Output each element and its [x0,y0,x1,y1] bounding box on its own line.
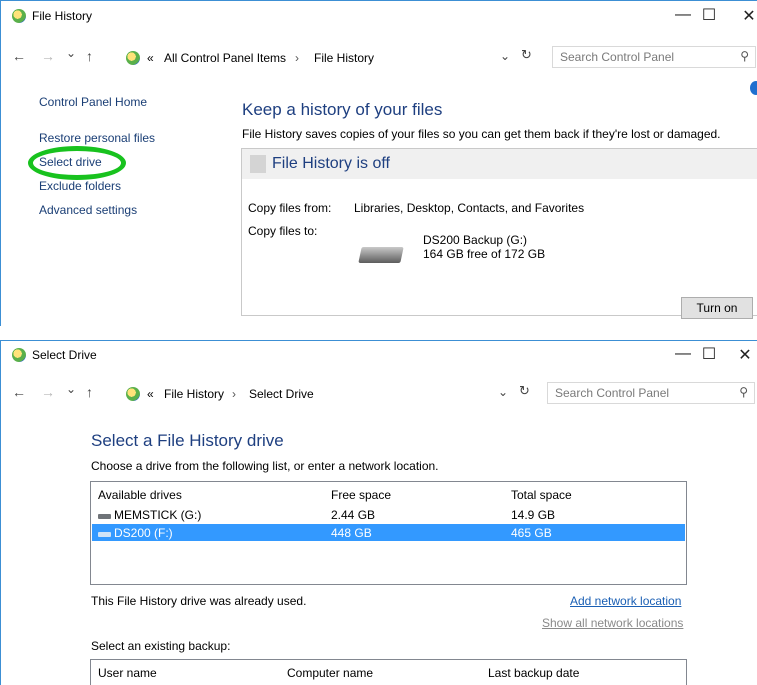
search-icon: ⚲ [739,385,748,399]
nav-exclude-folders[interactable]: Exclude folders [39,179,121,193]
drive-row-total: 14.9 GB [511,508,556,522]
window-title: File History [32,9,93,23]
status-panel: File History is off Copy files from: Lib… [241,148,757,316]
add-network-location-link[interactable]: Add network location [570,594,681,608]
breadcrumb-prefix-icon: « [147,51,154,65]
page-instruction: Choose a drive from the following list, … [91,459,439,473]
backup-list[interactable]: User name Computer name Last backup date [90,659,687,685]
control-panel-icon [12,348,26,362]
breadcrumb-prefix-icon: « [147,387,154,401]
breadcrumb-file-history[interactable]: File History [164,387,224,401]
breadcrumb-select-drive[interactable]: Select Drive [249,387,314,401]
breadcrumb-separator-icon: › [232,387,236,401]
refresh-icon[interactable]: ↻ [521,47,532,63]
control-panel-icon [126,387,140,401]
select-drive-highlight-ellipse [28,146,126,180]
drive-name: DS200 Backup (G:) [423,233,528,247]
maximize-button[interactable]: ☐ [694,5,724,25]
breadcrumb-file-history[interactable]: File History [314,51,374,65]
column-header-computer-name[interactable]: Computer name [287,666,373,680]
drive-space: 164 GB free of 172 GB [423,247,546,261]
search-icon: ⚲ [740,49,749,63]
window-title: Select Drive [32,348,97,362]
recent-locations-chevron-icon[interactable]: ⌄ [66,46,76,60]
show-all-network-locations-link[interactable]: Show all network locations [542,616,683,630]
drive-icon [98,514,111,519]
drive-row-name: DS200 (F:) [114,526,173,540]
drive-row-name: MEMSTICK (G:) [114,508,202,522]
drive-icon [98,532,111,537]
search-box[interactable]: Search Control Panel ⚲ [547,382,755,404]
address-dropdown-icon[interactable]: ⌄ [500,49,510,63]
existing-backup-label: Select an existing backup: [91,639,231,653]
breadcrumb-all-control-panel-items[interactable]: All Control Panel Items [164,51,286,65]
nav-restore-personal-files[interactable]: Restore personal files [39,131,155,145]
select-drive-window: Select Drive — ☐ ✕ ← → ⌄ ↑ « File Histor… [0,340,757,685]
control-panel-icon [126,51,140,65]
hard-drive-icon [358,247,404,263]
search-input[interactable]: Search Control Panel [555,386,669,400]
forward-arrow-icon[interactable]: → [41,48,55,64]
back-arrow-icon[interactable]: ← [12,384,26,400]
copy-from-label: Copy files from: [248,201,332,215]
forward-arrow-icon[interactable]: → [41,384,55,400]
status-icon [250,155,266,173]
close-button[interactable]: ✕ [734,6,757,26]
recent-locations-chevron-icon[interactable]: ⌄ [66,382,76,396]
status-title: File History is off [272,155,390,172]
drive-row-free: 448 GB [331,526,372,540]
maximize-button[interactable]: ☐ [694,344,724,364]
column-header-user-name[interactable]: User name [98,666,157,680]
up-arrow-icon[interactable]: ↑ [86,48,93,64]
refresh-icon[interactable]: ↻ [519,383,530,399]
column-header-free-space[interactable]: Free space [331,488,391,502]
turn-on-button[interactable]: Turn on [681,297,753,319]
nav-advanced-settings[interactable]: Advanced settings [39,203,137,217]
copy-from-value: Libraries, Desktop, Contacts, and Favori… [354,201,585,215]
page-heading: Keep a history of your files [242,100,443,119]
help-icon[interactable] [750,81,757,95]
copy-to-label: Copy files to: [248,224,318,238]
close-button[interactable]: ✕ [730,345,757,365]
drive-row-total: 465 GB [511,526,552,540]
column-header-total-space[interactable]: Total space [511,488,572,502]
up-arrow-icon[interactable]: ↑ [86,384,93,400]
breadcrumb-separator-icon: › [295,51,299,65]
drive-row-selected[interactable]: DS200 (F:) 448 GB 465 GB [92,524,685,541]
drive-list[interactable]: Available drives Free space Total space … [90,481,687,585]
back-arrow-icon[interactable]: ← [12,48,26,64]
nav-control-panel-home[interactable]: Control Panel Home [39,95,147,109]
drive-row[interactable]: MEMSTICK (G:) 2.44 GB 14.9 GB [92,506,685,523]
page-heading: Select a File History drive [91,431,284,450]
address-dropdown-icon[interactable]: ⌄ [498,385,508,399]
search-box[interactable]: Search Control Panel ⚲ [552,46,756,68]
control-panel-icon [12,9,26,23]
column-header-last-backup-date[interactable]: Last backup date [488,666,579,680]
search-input[interactable]: Search Control Panel [560,50,674,64]
status-header: File History is off [242,149,757,179]
page-description: File History saves copies of your files … [242,127,721,141]
drive-row-free: 2.44 GB [331,508,376,522]
column-header-available-drives[interactable]: Available drives [98,488,182,502]
drive-status-note: This File History drive was already used… [91,594,307,608]
file-history-window: File History — ☐ ✕ ← → ⌄ ↑ « All Control… [0,0,757,326]
